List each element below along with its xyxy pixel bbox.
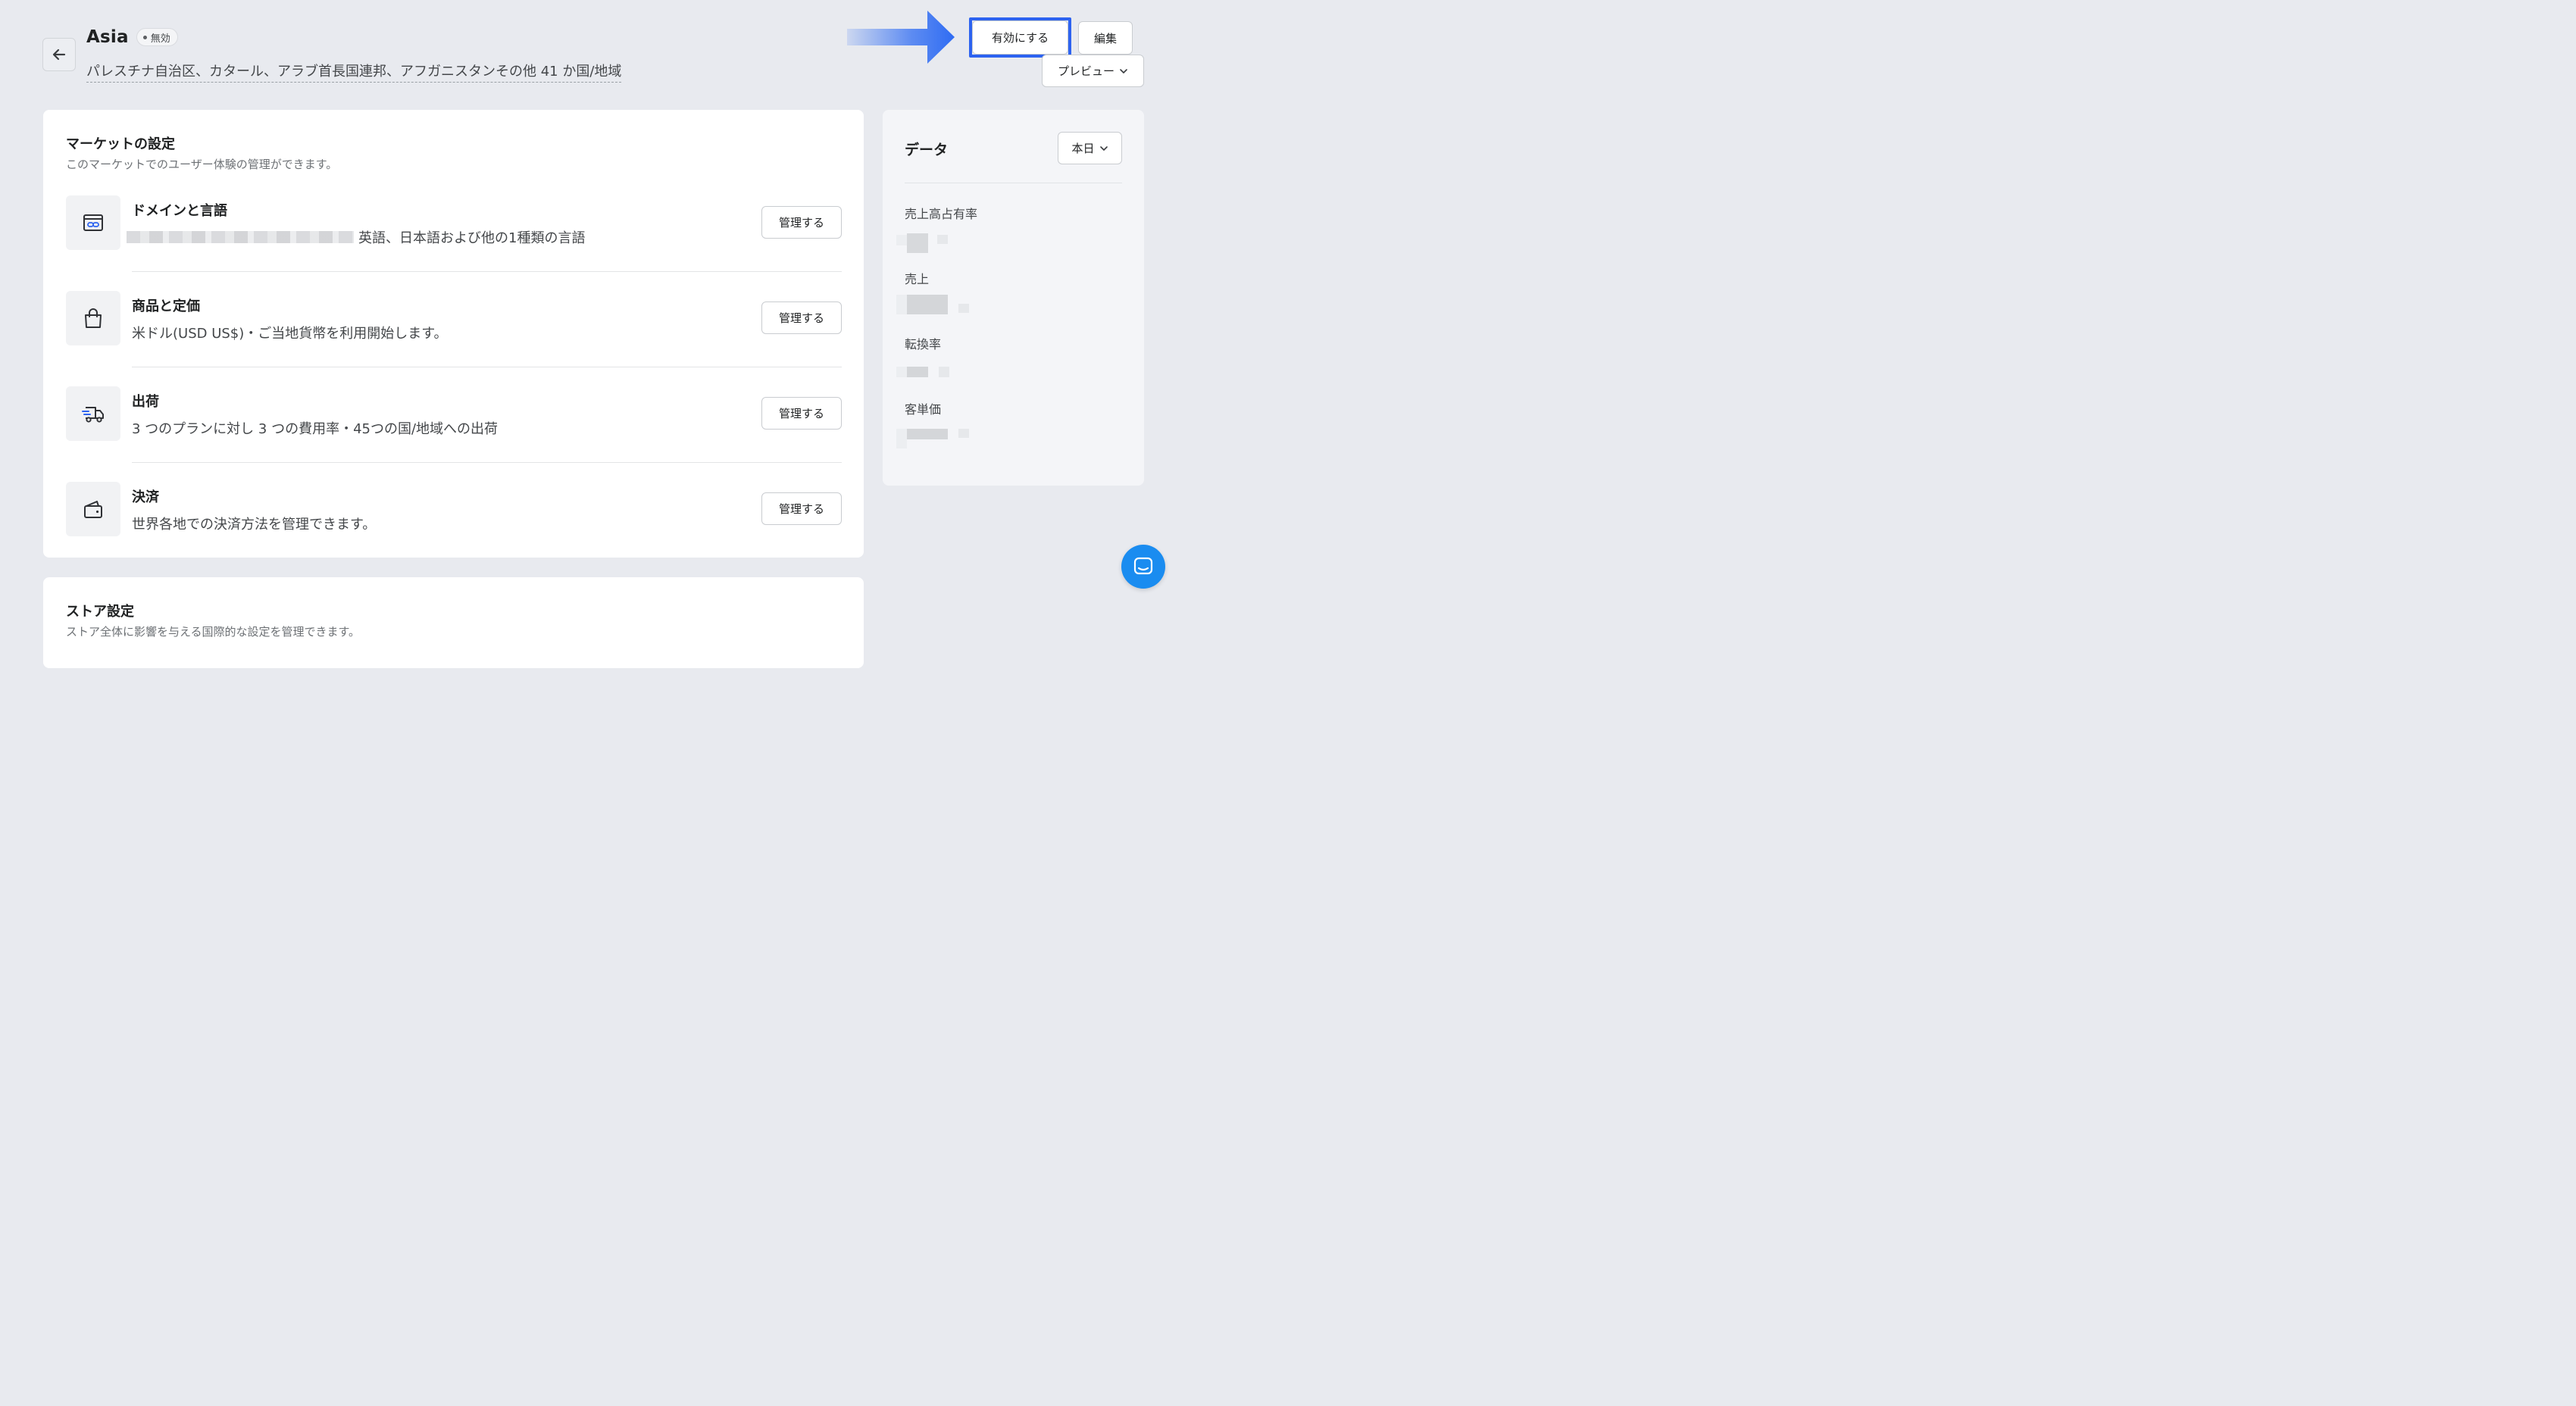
divider xyxy=(132,462,842,463)
activate-button[interactable]: 有効にする xyxy=(972,20,1068,55)
preview-label: プレビュー xyxy=(1057,64,1114,78)
domain-icon-tile xyxy=(66,195,120,250)
setting-row-products-pricing: 商品と定価 米ドル(USD US$)・ご当地貨幣を利用開始します。 管理する xyxy=(66,291,842,345)
divider xyxy=(132,271,842,272)
status-dot xyxy=(142,35,147,39)
shipping-truck-icon-tile xyxy=(66,386,120,441)
manage-domain-language-button[interactable]: 管理する xyxy=(761,206,842,239)
manage-shipping-button[interactable]: 管理する xyxy=(761,397,842,430)
data-panel-title: データ xyxy=(905,142,949,158)
setting-title: ドメインと言語 xyxy=(132,203,227,219)
manage-payments-button[interactable]: 管理する xyxy=(761,492,842,525)
wallet-icon xyxy=(84,501,102,518)
setting-row-shipping: 出荷 3 つのプランに対し 3 つの費用率・45つの国/地域への出荷 管理する xyxy=(66,386,842,441)
redacted-metric-value xyxy=(896,364,964,387)
setting-title: 決済 xyxy=(132,489,159,505)
chat-support-button[interactable] xyxy=(1121,545,1165,589)
redacted-domain xyxy=(127,231,354,243)
domain-icon xyxy=(83,214,103,231)
setting-title: 商品と定価 xyxy=(132,298,200,314)
status-badge: 無効 xyxy=(136,28,178,46)
setting-row-payments: 決済 世界各地での決済方法を管理できます。 管理する xyxy=(66,482,842,536)
back-button[interactable] xyxy=(42,38,76,71)
period-label: 本日 xyxy=(1071,142,1095,155)
setting-description: 英語、日本語および他の1種類の言語 xyxy=(127,227,585,247)
redacted-metric-value xyxy=(896,232,964,255)
arrow-left-icon xyxy=(52,48,66,61)
setting-description: 世界各地での決済方法を管理できます。 xyxy=(132,517,377,533)
status-badge-label: 無効 xyxy=(150,33,170,45)
market-detail-page: Asia 無効 パレスチナ自治区、カタール、アラブ首長国連邦、アフガニスタンその… xyxy=(0,0,1188,668)
market-settings-description: このマーケットでのユーザー体験の管理ができます。 xyxy=(66,158,338,171)
period-dropdown-button[interactable]: 本日 xyxy=(1058,132,1122,164)
chevron-down-icon xyxy=(1099,145,1108,151)
shopping-bag-icon-tile xyxy=(66,291,120,345)
setting-row-domain-language: ドメインと言語 英語、日本語および他の1種類の言語 管理する xyxy=(66,195,842,250)
redacted-metric-value xyxy=(896,427,972,450)
metric-label: 客単価 xyxy=(905,402,942,417)
setting-description: 3 つのプランに対し 3 つの費用率・45つの国/地域への出荷 xyxy=(132,421,499,437)
manage-products-pricing-button[interactable]: 管理する xyxy=(761,302,842,334)
wallet-icon-tile xyxy=(66,482,120,536)
pointer-arrow-icon xyxy=(847,11,955,64)
metric-label: 売上 xyxy=(905,272,930,286)
metric-label: 転換率 xyxy=(905,337,942,352)
market-settings-card: マーケットの設定 このマーケットでのユーザー体験の管理ができます。 ドメインと言… xyxy=(43,110,864,558)
setting-description: 米ドル(USD US$)・ご当地貨幣を利用開始します。 xyxy=(132,326,448,342)
shipping-truck-icon xyxy=(82,407,104,423)
store-settings-description: ストア全体に影響を与える国際的な設定を管理できます。 xyxy=(66,625,361,639)
redacted-metric-value xyxy=(896,293,972,316)
data-panel: データ 本日 売上高占有率 売上 転換率 客単価 xyxy=(883,110,1144,486)
title-row: Asia 無効 xyxy=(86,27,178,47)
market-regions-summary[interactable]: パレスチナ自治区、カタール、アラブ首長国連邦、アフガニスタンその他 41 か国/… xyxy=(86,61,622,83)
chevron-down-icon xyxy=(1120,68,1127,73)
setting-description-text: 英語、日本語および他の1種類の言語 xyxy=(358,230,586,246)
setting-title: 出荷 xyxy=(132,394,159,410)
store-settings-title: ストア設定 xyxy=(66,604,134,620)
market-settings-title: マーケットの設定 xyxy=(66,136,175,152)
chat-icon xyxy=(1133,557,1153,575)
store-settings-card: ストア設定 ストア全体に影響を与える国際的な設定を管理できます。 xyxy=(43,577,864,668)
page-title: Asia xyxy=(86,27,129,47)
edit-button[interactable]: 編集 xyxy=(1078,21,1133,55)
shopping-bag-icon xyxy=(85,308,102,328)
metric-label: 売上高占有率 xyxy=(905,207,978,221)
preview-dropdown-button[interactable]: プレビュー xyxy=(1042,55,1144,87)
